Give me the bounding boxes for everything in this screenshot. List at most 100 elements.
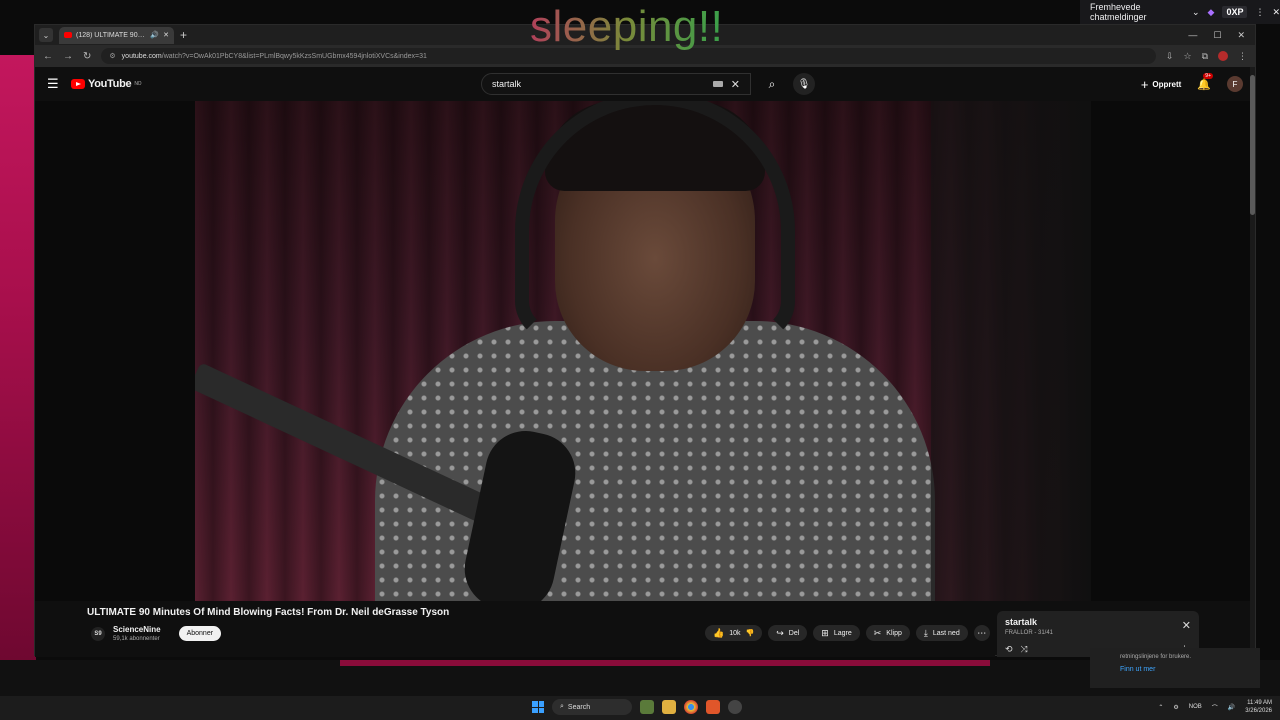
extensions-area: ⇩ ☆ ⧉ ⋮	[1166, 51, 1247, 62]
search-icon: ⌕	[768, 76, 776, 91]
video-player[interactable]	[35, 101, 1251, 601]
video-frame[interactable]	[195, 101, 1091, 601]
clear-search-icon[interactable]: ✕	[731, 78, 740, 91]
lang-indicator[interactable]: NOB	[1189, 704, 1202, 710]
chrome-icon[interactable]	[684, 700, 698, 714]
tray-app-icon[interactable]: ⚙	[1173, 704, 1178, 711]
plus-icon: +	[1140, 76, 1149, 92]
youtube-region: NO	[134, 81, 142, 87]
share-icon: ↪	[776, 627, 784, 638]
brave-icon[interactable]	[706, 700, 720, 714]
highlighted-chat-label[interactable]: Fremhevede chatmeldinger	[1090, 2, 1184, 22]
windows-start-icon[interactable]	[532, 701, 544, 713]
header-actions: + Opprett 🔔 9+ F	[1141, 72, 1243, 92]
tab-search-icon[interactable]: ⌄	[39, 28, 53, 42]
wifi-icon[interactable]: ⌒	[1212, 703, 1218, 712]
learn-more-link[interactable]: Finn ut mer	[1120, 666, 1230, 673]
xp-counter: 0XP	[1222, 6, 1248, 18]
create-label: Opprett	[1152, 79, 1182, 89]
bell-icon: 🔔	[1197, 78, 1211, 91]
playlist-title[interactable]: startalk	[1005, 617, 1191, 627]
notification-badge: 9+	[1203, 72, 1213, 79]
tray-chevron-icon[interactable]: ⌃	[1158, 704, 1163, 711]
kebab-icon[interactable]: ⋮	[1255, 7, 1264, 18]
video-actions: 👍 10k 👎 ↪ Del ⊞ Lagre ✂ Klipp ⤓ Last ned…	[705, 625, 990, 641]
file-explorer-icon[interactable]	[662, 700, 676, 714]
site-info-icon[interactable]: ⚙	[109, 52, 115, 60]
save-label: Lagre	[833, 629, 852, 637]
new-tab-icon[interactable]: +	[180, 28, 187, 42]
profile-icon[interactable]	[1218, 51, 1228, 61]
speaker-icon[interactable]: 🔊	[150, 31, 159, 39]
url-host: youtube.com	[121, 52, 162, 60]
microphone-icon: 🎙	[797, 78, 811, 90]
clip-button[interactable]: ✂ Klipp	[865, 625, 910, 641]
scrollbar-thumb[interactable]	[1250, 75, 1255, 215]
playlist-subtitle: FRALLOR - 31/41	[1005, 630, 1054, 636]
create-button[interactable]: + Opprett	[1141, 77, 1181, 92]
youtube-logo[interactable]: YouTube NO	[71, 78, 142, 90]
page-scrollbar[interactable]	[1250, 67, 1255, 657]
headphones	[515, 101, 795, 341]
widget-icon[interactable]	[640, 700, 654, 714]
taskbar-search[interactable]: ⌕ Search	[552, 699, 632, 715]
download-button[interactable]: ⤓ Last ned	[915, 625, 968, 641]
channel-row: S9 ScienceNine 59,1k abonnenter Abonner	[91, 625, 222, 642]
share-button[interactable]: ↪ Del	[768, 625, 808, 641]
tab-close-icon[interactable]: ✕	[163, 31, 169, 39]
avatar[interactable]: F	[1227, 76, 1243, 92]
shuffle-icon[interactable]: ⤨	[1021, 644, 1028, 655]
clip-label: Klipp	[886, 629, 902, 637]
save-button[interactable]: ⊞ Lagre	[813, 625, 860, 641]
subscriber-count: 59,1k abonnenter	[113, 636, 160, 642]
app-icon[interactable]	[728, 700, 742, 714]
minimize-icon[interactable]: —	[1188, 30, 1197, 41]
keyboard-icon[interactable]	[712, 81, 723, 87]
search-button[interactable]: ⌕	[757, 73, 787, 95]
playlist-controls: ⟲ ⤨	[1005, 644, 1028, 655]
like-count: 10k	[729, 629, 741, 637]
extension-icon[interactable]: ⧉	[1202, 51, 1208, 62]
more-actions-icon[interactable]: ⋯	[973, 625, 990, 641]
thumbs-down-icon[interactable]: 👎	[746, 629, 755, 637]
loop-icon[interactable]: ⟲	[1005, 644, 1013, 655]
hamburger-menu-icon[interactable]: ☰	[47, 76, 71, 92]
desktop-wallpaper	[0, 55, 36, 665]
desktop-strip	[0, 660, 1280, 696]
stream-overlay-title: sleeping!!	[530, 2, 724, 51]
voice-search-button[interactable]: 🎙	[793, 73, 815, 95]
subscribe-button[interactable]: Abonner	[178, 626, 222, 641]
taskbar: ⌕ Search ⌃ ⚙ NOB ⌒ 🔊 11:49 AM 3/26/2026	[0, 696, 1280, 720]
window-close-icon[interactable]: ✕	[1237, 30, 1245, 41]
taskbar-search-label: Search	[567, 703, 591, 711]
close-icon[interactable]: ✕	[1272, 7, 1280, 18]
reload-icon[interactable]: ↻	[83, 51, 91, 62]
notifications-button[interactable]: 🔔 9+	[1197, 72, 1213, 91]
bits-icon: ◆	[1207, 6, 1215, 17]
thumbs-up-icon: 👍	[713, 627, 725, 638]
tab-youtube[interactable]: (128) ULTIMATE 90 Minute... 🔊 ✕	[59, 26, 174, 44]
youtube-favicon-icon	[64, 32, 72, 38]
browser-window: ⌄ (128) ULTIMATE 90 Minute... 🔊 ✕ + — ☐ …	[34, 24, 1256, 657]
clock-time: 11:49 AM	[1247, 700, 1272, 706]
bookmark-star-icon[interactable]: ☆	[1183, 51, 1191, 62]
scissors-icon: ✂	[873, 627, 882, 638]
back-icon[interactable]: ←	[43, 51, 53, 62]
like-button[interactable]: 👍 10k 👎	[705, 625, 763, 641]
volume-icon[interactable]: 🔊	[1228, 704, 1235, 711]
playlist-close-icon[interactable]: ✕	[1182, 619, 1191, 632]
install-icon[interactable]: ⇩	[1166, 51, 1174, 62]
forward-icon[interactable]: →	[63, 51, 73, 62]
clock[interactable]: 11:49 AM 3/26/2026	[1245, 699, 1272, 715]
window-controls: — ☐ ✕	[1188, 30, 1255, 41]
browser-menu-icon[interactable]: ⋮	[1238, 51, 1247, 62]
maximize-icon[interactable]: ☐	[1213, 30, 1221, 41]
chevron-down-icon[interactable]: ⌄	[1192, 7, 1200, 18]
video-shadow	[931, 101, 1091, 601]
download-label: Last ned	[932, 629, 960, 637]
bookmark-icon: ⊞	[821, 627, 829, 638]
channel-name[interactable]: ScienceNine	[113, 625, 161, 634]
search-input[interactable]: startalk ✕	[481, 73, 751, 95]
search-icon: ⌕	[560, 703, 564, 710]
channel-avatar[interactable]: S9	[91, 626, 105, 641]
